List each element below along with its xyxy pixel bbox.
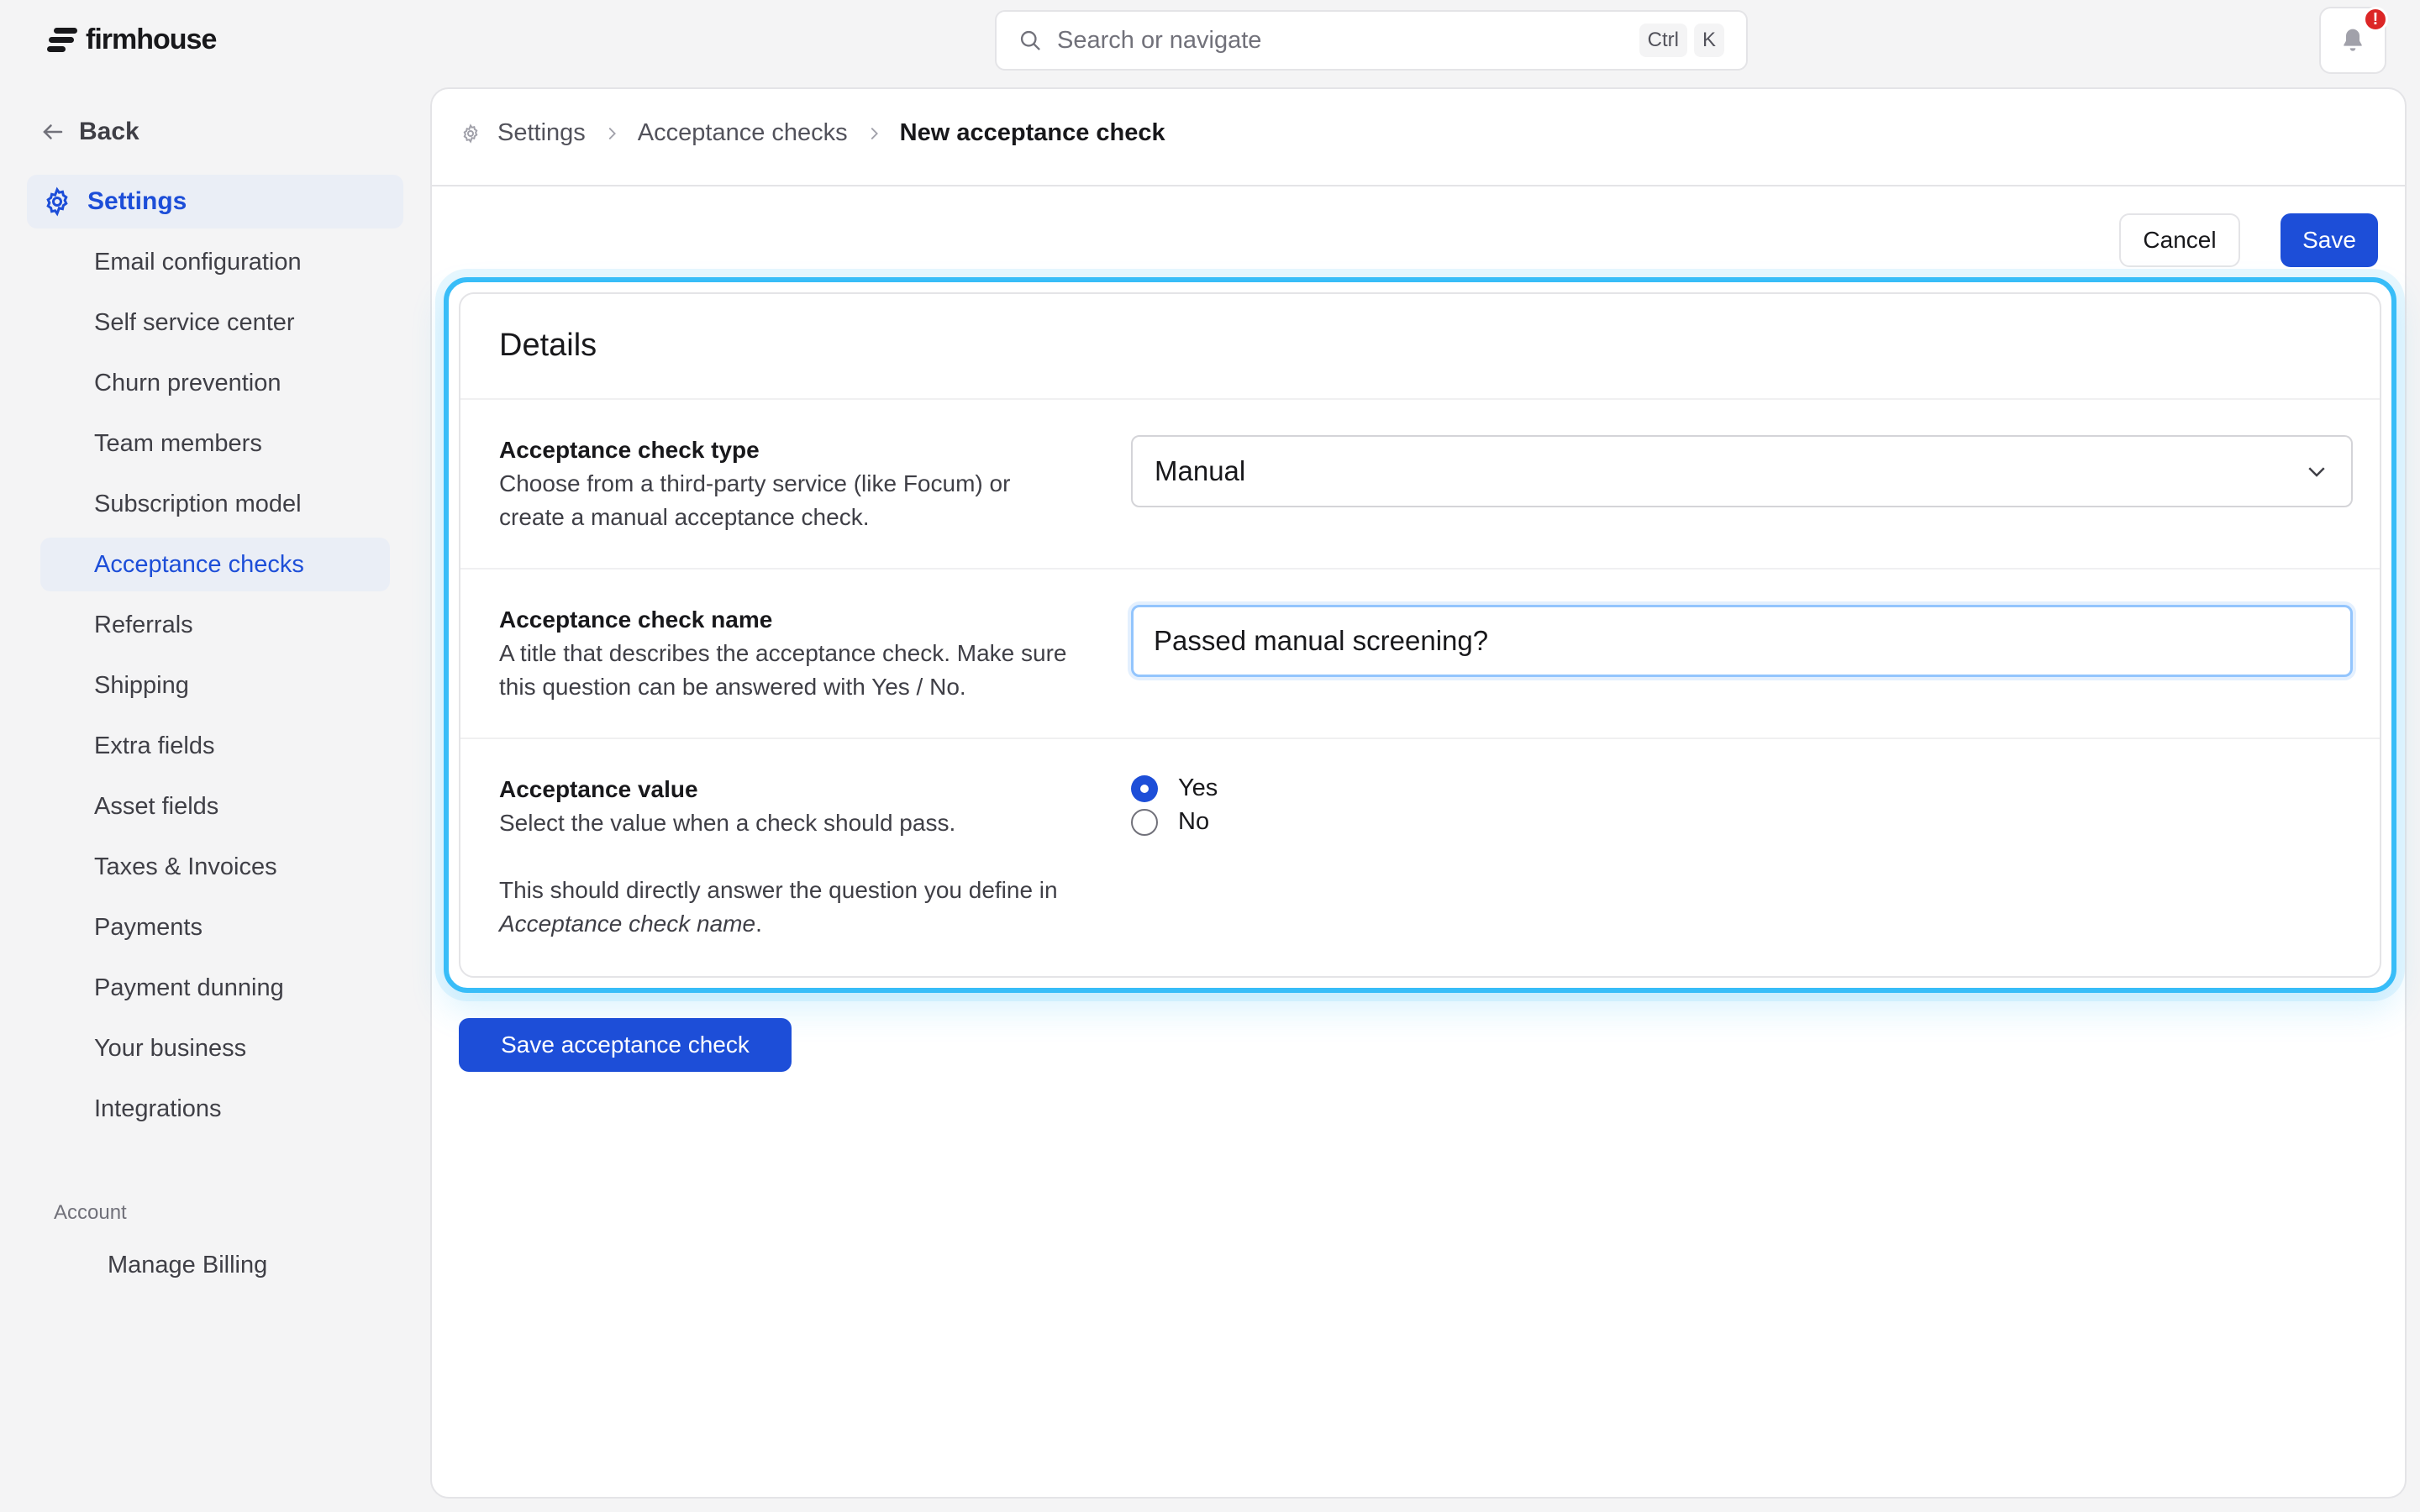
gear-icon [46, 186, 68, 217]
name-label: Acceptance check name [499, 606, 773, 633]
type-select-value: Manual [1155, 455, 1246, 486]
chevron-down-icon [2308, 467, 2325, 477]
sidebar-item-manage-billing[interactable]: Manage Billing [108, 1252, 267, 1279]
breadcrumb-current: New acceptance check [899, 119, 1165, 146]
radio-no[interactable]: No [1131, 808, 1209, 836]
radio-yes-label: Yes [1178, 774, 1218, 801]
row-divider [460, 738, 2380, 739]
sidebar-item-extra-fields[interactable]: Extra fields [94, 729, 214, 763]
breadcrumb-settings[interactable]: Settings [497, 119, 586, 147]
sidebar-item-payment-dunning[interactable]: Payment dunning [94, 971, 284, 1005]
firmhouse-logo-icon [47, 26, 77, 55]
sidebar-item-your-business[interactable]: Your business [94, 1032, 246, 1065]
shortcut-ctrl-key: Ctrl [1639, 24, 1687, 57]
value-label: Acceptance value [499, 776, 698, 802]
type-select[interactable]: Manual [1131, 435, 2353, 507]
search-placeholder: Search or navigate [1057, 26, 1262, 54]
value-field-label: Acceptance value Select the value when a… [499, 773, 1079, 941]
sidebar-section-label: Settings [87, 187, 187, 215]
sidebar-item-taxes-invoices[interactable]: Taxes & Invoices [94, 850, 277, 884]
search-bar[interactable]: Search or navigate Ctrl K [995, 10, 1748, 71]
notifications-button[interactable]: ! [2319, 7, 2388, 74]
sidebar-item-churn-prevention[interactable]: Churn prevention [94, 366, 281, 400]
back-label: Back [79, 118, 139, 145]
sidebar-item-team-members[interactable]: Team members [94, 427, 262, 460]
value-note-prefix: This should directly answer the question… [499, 877, 1058, 903]
type-field-label: Acceptance check type Choose from a thir… [499, 433, 1079, 534]
name-field-label: Acceptance check name A title that descr… [499, 603, 1079, 704]
value-help: Select the value when a check should pas… [499, 810, 956, 836]
value-note-emphasis: Acceptance check name [499, 911, 756, 937]
chevron-right-icon [871, 127, 878, 139]
gear-icon [463, 123, 478, 144]
sidebar-item-settings[interactable]: Settings [27, 175, 403, 228]
name-input[interactable] [1131, 605, 2353, 677]
sidebar-item-payments[interactable]: Payments [94, 911, 203, 944]
header-divider [432, 185, 2405, 186]
radio-yes[interactable]: Yes [1131, 774, 1218, 802]
sidebar-item-shipping[interactable]: Shipping [94, 669, 189, 702]
save-acceptance-check-button[interactable]: Save acceptance check [459, 1018, 792, 1072]
value-note: This should directly answer the question… [499, 874, 1079, 941]
name-help: A title that describes the acceptance ch… [499, 640, 1067, 700]
type-label: Acceptance check type [499, 437, 760, 463]
bell-icon [2344, 29, 2362, 51]
type-help: Choose from a third-party service (like … [499, 470, 1011, 530]
firmhouse-logo[interactable]: firmhouse [47, 24, 217, 56]
chevron-right-icon [608, 127, 616, 139]
sidebar-item-acceptance-checks[interactable]: Acceptance checks [40, 538, 390, 591]
radio-no-label: No [1178, 808, 1210, 835]
sidebar-item-integrations[interactable]: Integrations [94, 1092, 222, 1126]
back-link[interactable]: Back [40, 118, 139, 146]
save-button[interactable]: Save [2281, 213, 2378, 267]
breadcrumb: Settings Acceptance checks New acceptanc… [460, 119, 1165, 147]
sidebar-item-referrals[interactable]: Referrals [94, 608, 193, 642]
cancel-button[interactable]: Cancel [2119, 213, 2240, 267]
breadcrumb-acceptance-checks[interactable]: Acceptance checks [638, 119, 848, 147]
account-section-label: Account [54, 1201, 127, 1224]
sidebar-item-email-configuration[interactable]: Email configuration [94, 245, 302, 279]
card-title: Details [499, 328, 597, 363]
radio-yes-control[interactable] [1131, 774, 1158, 802]
value-note-suffix: . [755, 911, 762, 937]
radio-no-control[interactable] [1131, 808, 1158, 836]
main-panel: Settings Acceptance checks New acceptanc… [430, 87, 2407, 1499]
shortcut-k-key: K [1693, 24, 1724, 57]
sidebar-item-subscription-model[interactable]: Subscription model [94, 487, 302, 521]
notification-badge: ! [2363, 7, 2388, 32]
row-divider [460, 398, 2380, 400]
row-divider [460, 568, 2380, 570]
sidebar-item-self-service-center[interactable]: Self service center [94, 306, 295, 339]
arrow-left-icon [43, 124, 63, 139]
app-name: firmhouse [86, 24, 217, 55]
details-card-highlight: Details Acceptance check type Choose fro… [444, 277, 2396, 993]
details-card: Details Acceptance check type Choose fro… [459, 292, 2381, 978]
sidebar-item-asset-fields[interactable]: Asset fields [94, 790, 218, 823]
search-icon [1020, 30, 1040, 50]
